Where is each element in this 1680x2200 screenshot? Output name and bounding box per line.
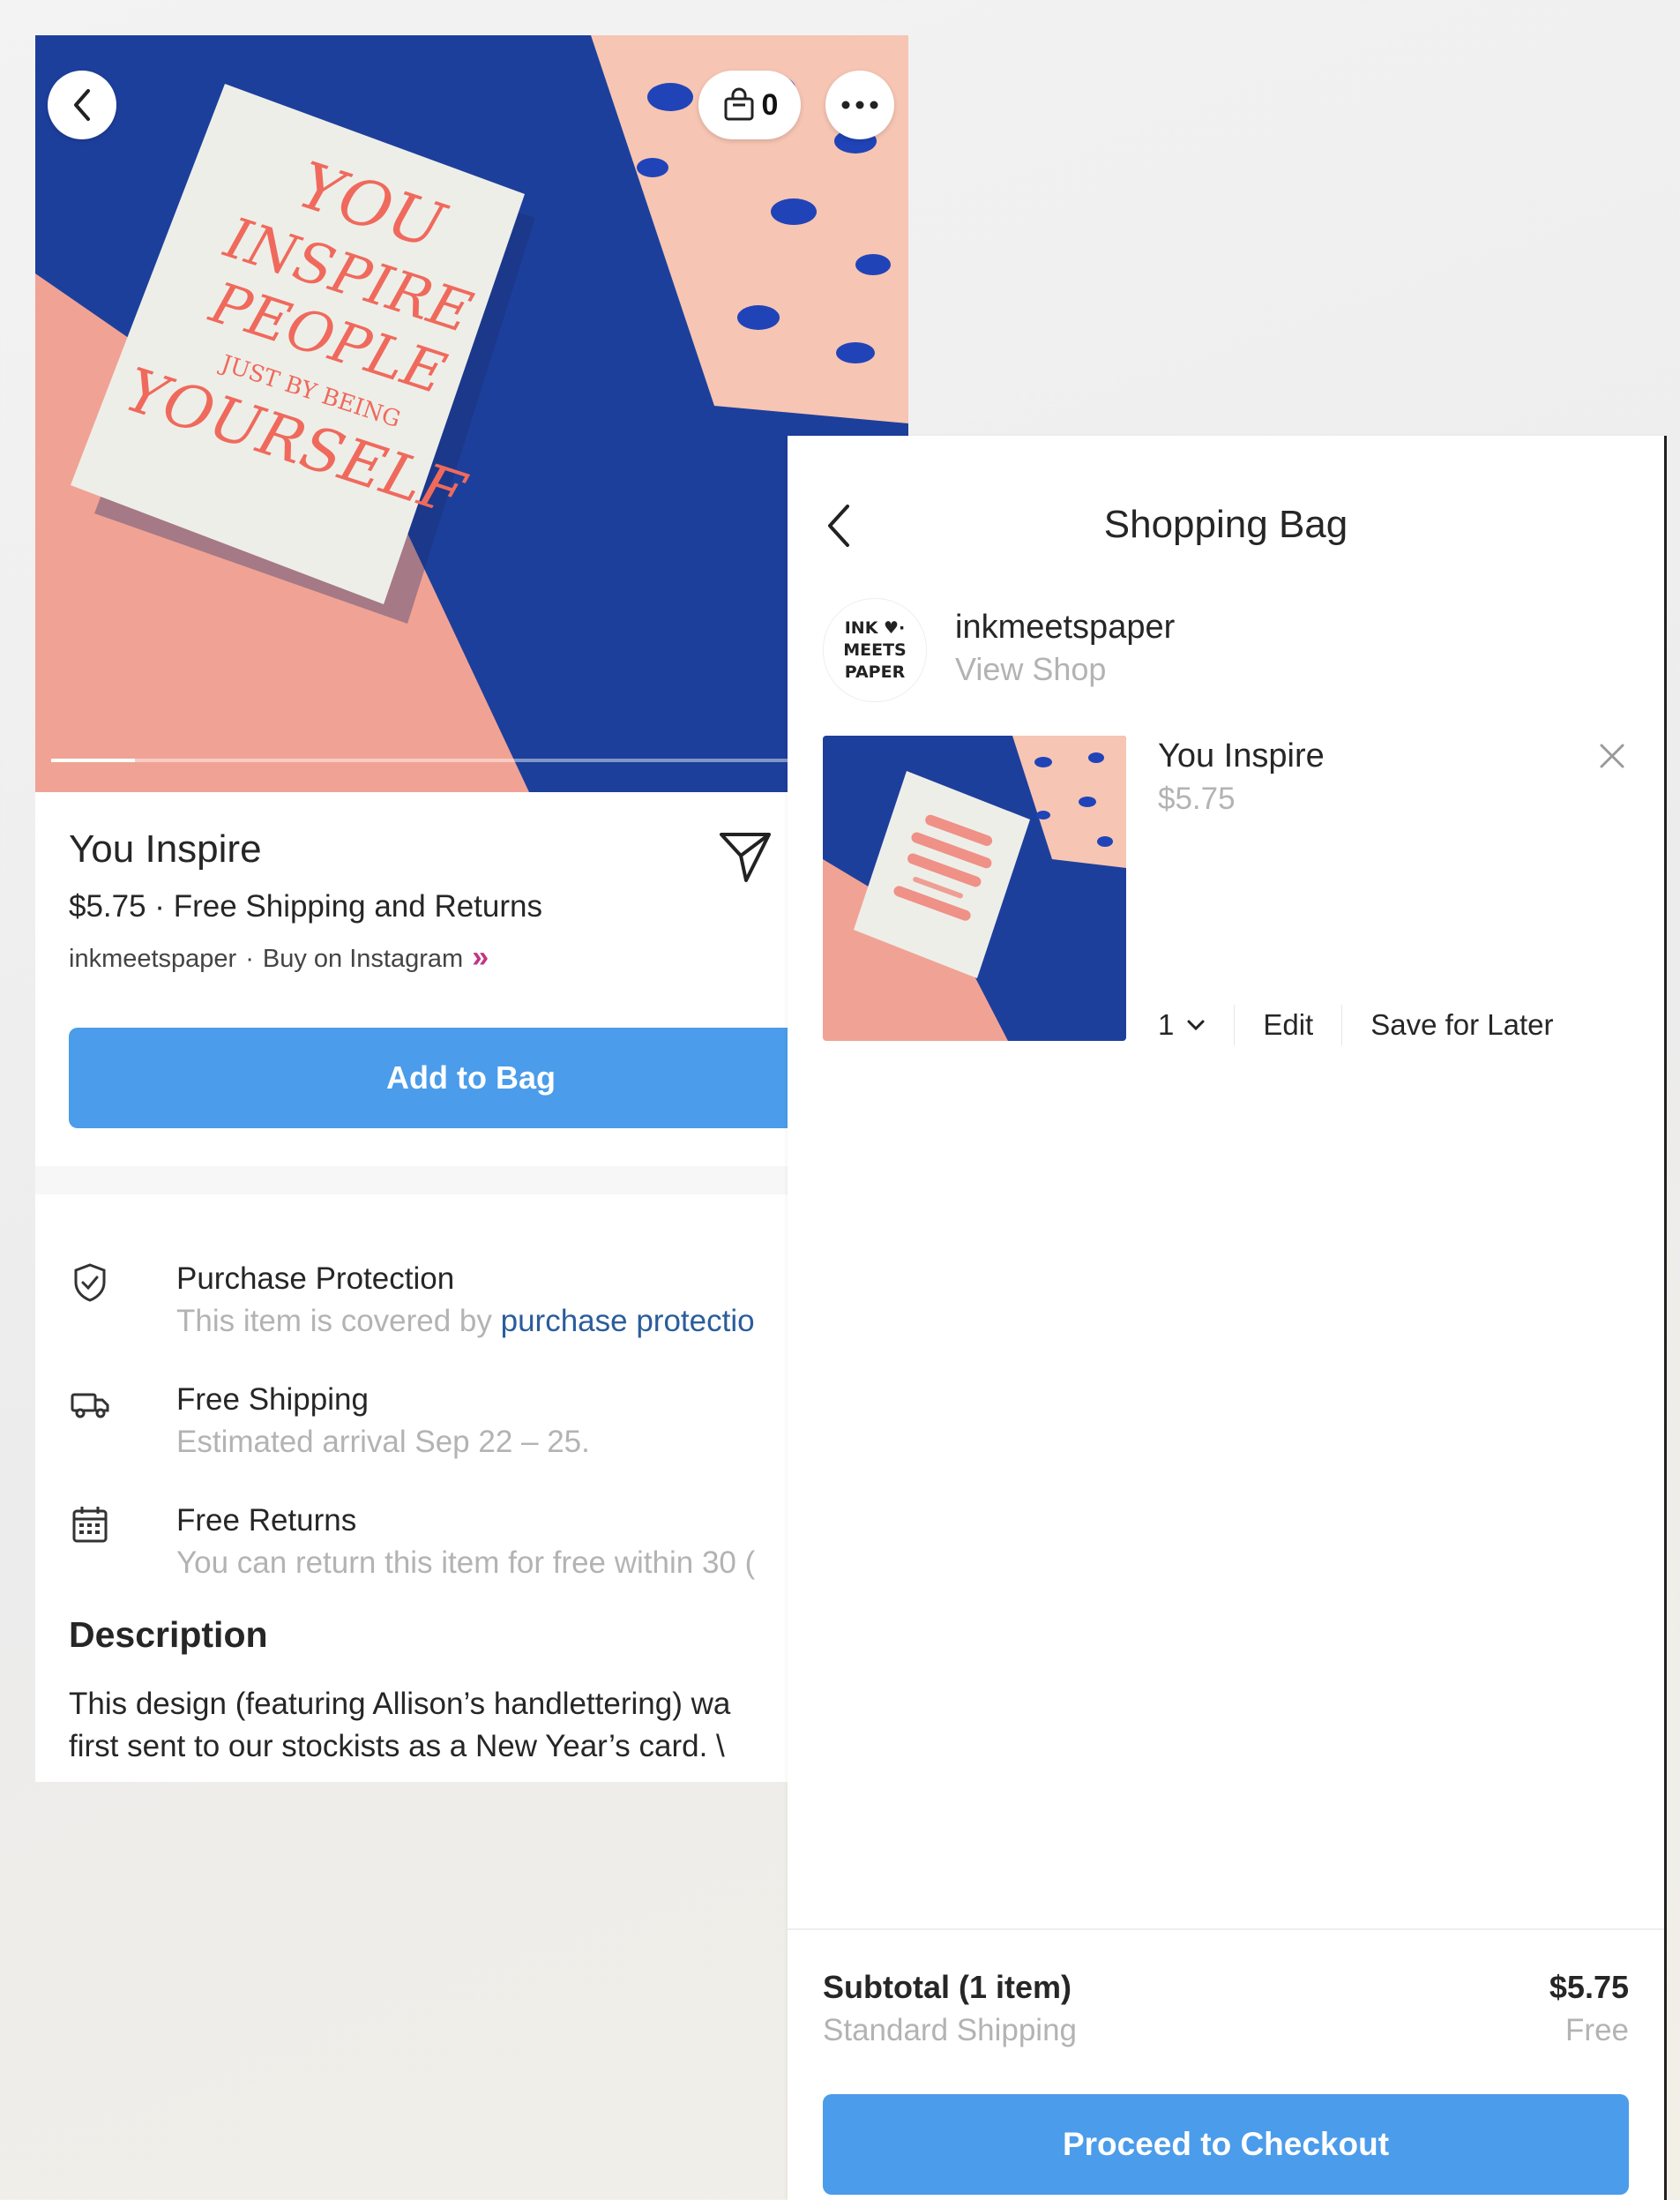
seller-link[interactable]: inkmeetspaper [69,945,236,974]
feature-subtitle: This item is covered by purchase protect… [176,1304,755,1339]
product-seller-line: inkmeetspaper · Buy on Instagram » [69,940,489,975]
shipping-label: Standard Shipping [823,2013,1077,2047]
buy-on-instagram-link[interactable]: Buy on Instagram [263,945,463,974]
send-icon[interactable] [716,827,774,886]
save-for-later-button[interactable]: Save for Later [1370,1008,1553,1042]
item-thumbnail[interactable] [823,736,1126,1041]
feature-title: Purchase Protection [176,1261,455,1296]
shopping-bag-button[interactable]: 0 [698,71,801,139]
section-divider [35,1166,908,1194]
divider [1234,1005,1236,1045]
edit-button[interactable]: Edit [1263,1008,1313,1042]
shop-logo[interactable]: INK ♥· MEETS PAPER [823,598,927,702]
close-icon[interactable] [1597,741,1627,771]
description-text: This design (featuring Allison’s handlet… [69,1683,908,1768]
ellipsis-icon [841,101,878,109]
purchase-protection-link[interactable]: purchase protectio [501,1304,755,1338]
separator-dot: · [245,945,254,973]
feature-title: Free Returns [176,1503,357,1538]
subtotal-label: Subtotal (1 item) [823,1969,1072,2005]
more-options-button[interactable] [825,71,894,139]
shop-name[interactable]: inkmeetspaper [955,609,1175,647]
add-to-bag-button[interactable]: Add to Bag [69,1028,908,1128]
view-shop-link[interactable]: View Shop [955,651,1106,688]
carousel-progress-fill [51,759,136,762]
feature-subtitle-text: This item is covered by [176,1304,501,1338]
truck-icon [71,1393,109,1418]
shipping-value: Free [1565,2013,1629,2047]
logo-text: PAPER [844,662,906,682]
page-title: Shopping Bag [1103,503,1348,546]
chevron-down-icon [1187,1020,1205,1031]
item-actions: 1 Edit Save for Later [1158,1004,1554,1046]
calendar-icon [72,1507,108,1543]
product-photo: YOU INSPIRE PEOPLE JUST BY BEING YOURSEL… [35,35,908,792]
product-image-carousel[interactable]: YOU INSPIRE PEOPLE JUST BY BEING YOURSEL… [35,35,908,792]
carousel-progress-bar [51,759,892,762]
quantity-value: 1 [1158,1008,1175,1041]
footer-divider [788,1928,1664,1930]
double-chevron-icon: » [472,940,489,974]
product-price-line: $5.75 · Free Shipping and Returns [69,889,542,924]
description-line: first sent to our stockists as a New Yea… [69,1729,725,1763]
shield-check-icon [74,1263,106,1302]
feature-title: Free Shipping [176,1382,369,1417]
shopping-bag-icon [724,87,754,121]
product-title: You Inspire [69,827,262,871]
feature-subtitle: Estimated arrival Sep 22 – 25. [176,1425,590,1459]
bag-item-count: 0 [761,87,779,122]
subtotal-value: $5.75 [1549,1969,1629,2005]
item-name: You Inspire [1158,737,1325,774]
item-thumbnail-image [823,736,1126,1041]
quantity-selector[interactable]: 1 [1158,1008,1206,1042]
description-line: This design (featuring Allison’s handlet… [69,1687,731,1721]
description-heading: Description [69,1614,268,1655]
product-detail-screen: YOU INSPIRE PEOPLE JUST BY BEING YOURSEL… [35,35,908,1782]
proceed-to-checkout-button[interactable]: Proceed to Checkout [823,2094,1629,2195]
logo-text: MEETS [843,640,907,660]
divider [1341,1005,1343,1045]
feature-subtitle: You can return this item for free within… [176,1545,756,1580]
item-price: $5.75 [1158,782,1236,816]
chevron-left-icon [74,89,90,121]
back-button[interactable] [48,71,116,139]
shopping-bag-screen: Shopping Bag INK ♥· MEETS PAPER inkmeets… [788,436,1667,2200]
logo-text: INK ♥· [844,617,906,638]
